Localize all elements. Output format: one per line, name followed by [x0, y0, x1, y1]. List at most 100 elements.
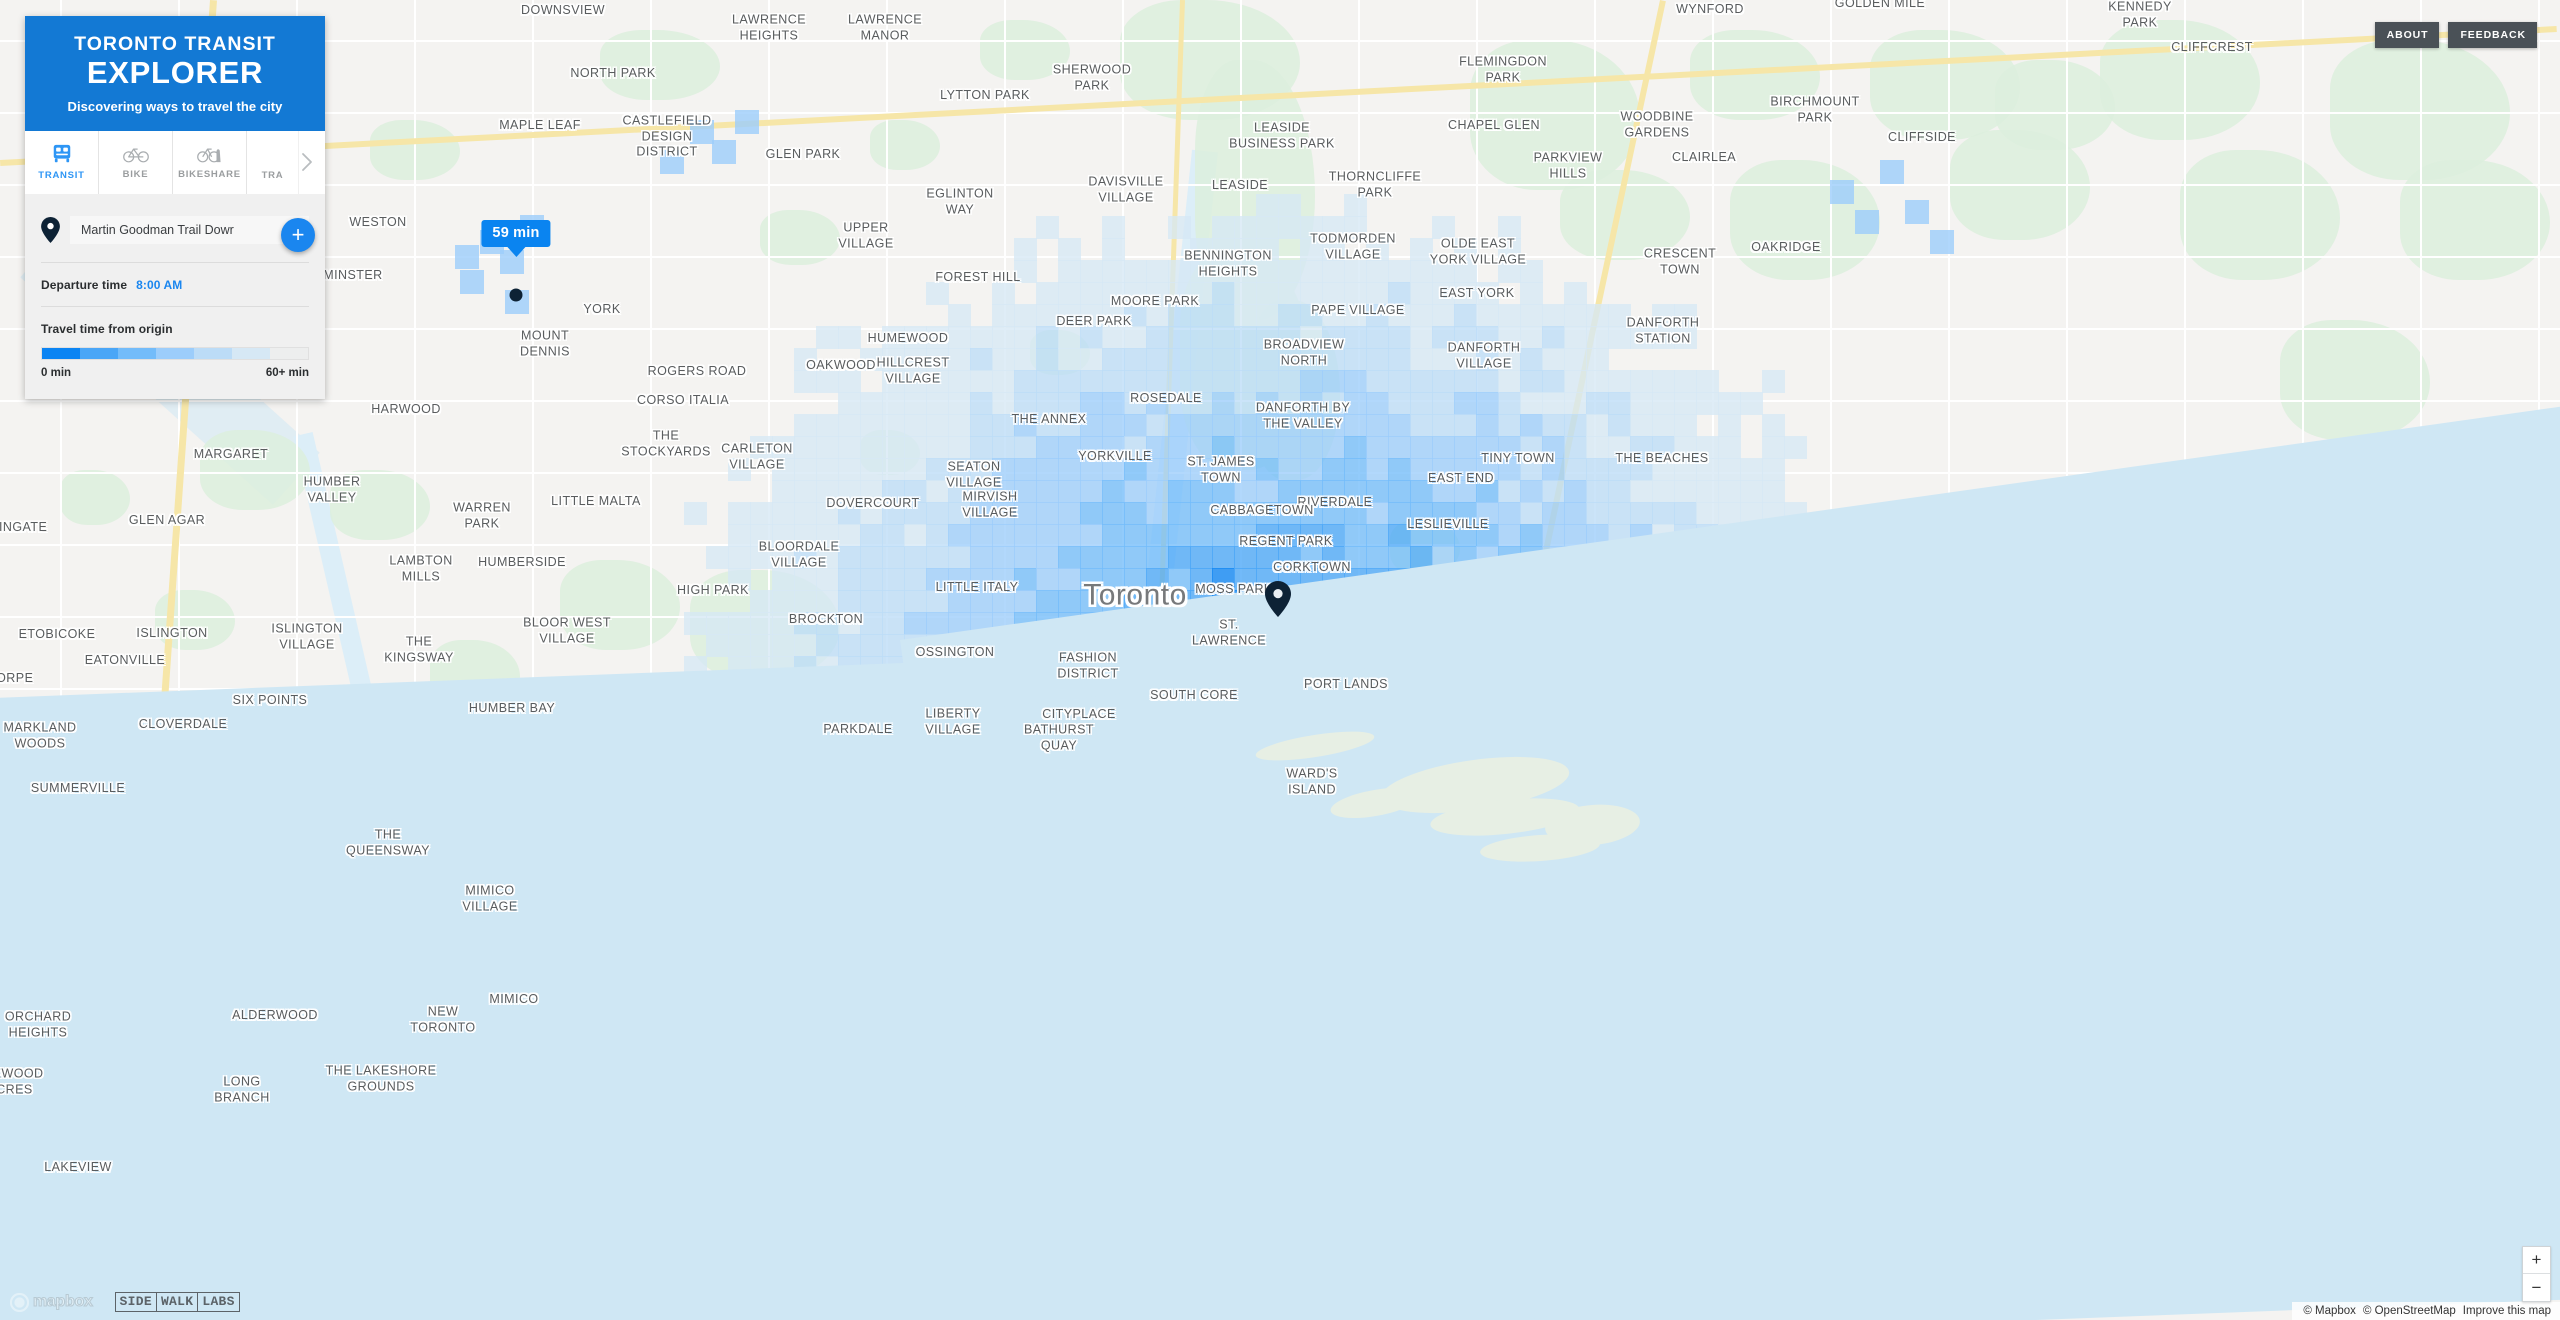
isochrone-cell [1674, 370, 1697, 393]
attribution-improve-map[interactable]: Improve this map [2463, 1305, 2551, 1317]
origin-search-box[interactable] [70, 215, 309, 244]
isochrone-cell [1762, 414, 1785, 437]
isochrone-cell [1608, 392, 1631, 415]
isochrone-cell [1168, 392, 1191, 415]
isochrone-cell [1168, 414, 1191, 437]
isochrone-cell [1476, 480, 1499, 503]
isochrone-cell [1278, 436, 1301, 459]
bicycle-icon [122, 148, 149, 163]
isochrone-cell [1366, 546, 1389, 569]
origin-search-input[interactable] [81, 222, 280, 237]
isochrone-cell [1014, 458, 1037, 481]
isochrone-cell [1410, 436, 1433, 459]
isochrone-cell [838, 436, 861, 459]
mode-tab-bikeshare[interactable]: BIKESHARE [173, 130, 247, 194]
origin-pin-marker[interactable] [1265, 581, 1291, 617]
isochrone-cell [1344, 392, 1367, 415]
branding-bar: mapbox SIDE WALK LABS [10, 1292, 240, 1312]
isochrone-cell [1520, 370, 1543, 393]
isochrone-cell [1014, 304, 1037, 327]
isochrone-cell [1080, 568, 1103, 591]
isochrone-cell [1432, 502, 1455, 525]
isochrone-cell [1366, 260, 1389, 283]
isochrone-cell [1388, 546, 1411, 569]
isochrone-cell [1454, 370, 1477, 393]
isochrone-cell [1366, 348, 1389, 371]
isochrone-cell [772, 590, 795, 613]
mode-next-button[interactable] [293, 130, 321, 194]
isochrone-cell [860, 568, 883, 591]
isochrone-cell [1718, 414, 1741, 437]
add-origin-button[interactable]: + [281, 218, 315, 252]
isochrone-cell [1410, 238, 1433, 261]
isochrone-cell [1168, 282, 1191, 305]
sidewalk-labs-logo[interactable]: SIDE WALK LABS [114, 1292, 240, 1312]
isochrone-cell [926, 370, 949, 393]
isochrone-cell [1652, 370, 1675, 393]
isochrone-cell [882, 458, 905, 481]
isochrone-cell [838, 480, 861, 503]
zoom-in-button[interactable]: + [2523, 1247, 2550, 1274]
attribution-osm[interactable]: © OpenStreetMap [2363, 1305, 2456, 1317]
app-title-line1: TORONTO TRANSIT [74, 33, 276, 55]
isochrone-cell [882, 590, 905, 613]
isochrone-cell [794, 436, 817, 459]
isochrone-cell [706, 612, 729, 635]
isochrone-cell [1124, 304, 1147, 327]
isochrone-cell [1102, 414, 1125, 437]
attribution-mapbox[interactable]: © Mapbox [2303, 1305, 2356, 1317]
mode-tab-truncated[interactable]: TRA [247, 130, 299, 194]
isochrone-cell [948, 392, 971, 415]
isochrone-cell [1190, 304, 1213, 327]
isochrone-cell [712, 140, 736, 164]
isochrone-cell [1190, 502, 1213, 525]
isochrone-cell [816, 612, 839, 635]
isochrone-cell [882, 480, 905, 503]
isochrone-cell [904, 524, 927, 547]
isochrone-cell [1080, 414, 1103, 437]
isochrone-cell [1930, 230, 1954, 254]
isochrone-cell [1168, 260, 1191, 283]
map-canvas[interactable]: DOWNSVIEW NORTH PARK LAWRENCE HEIGHTS LAWRE… [0, 0, 2560, 1320]
isochrone-cell [1300, 348, 1323, 371]
mapbox-logo[interactable]: mapbox [10, 1292, 93, 1312]
isochrone-cell [860, 436, 883, 459]
isochrone-cell [1036, 568, 1059, 591]
isochrone-cell [1718, 392, 1741, 415]
isochrone-cell [1256, 260, 1279, 283]
isochrone-cell [1124, 480, 1147, 503]
isochrone-cell [1168, 480, 1191, 503]
isochrone-cell [1234, 524, 1257, 547]
isochrone-cell [1058, 260, 1081, 283]
isochrone-cell [1674, 480, 1697, 503]
isochrone-cell [1168, 502, 1191, 525]
isochrone-cell [1542, 370, 1565, 393]
mode-tab-bike[interactable]: BIKE [99, 130, 173, 194]
isochrone-cell [1564, 502, 1587, 525]
mode-tab-transit[interactable]: TRANSIT [25, 130, 99, 194]
zoom-out-button[interactable]: − [2523, 1274, 2550, 1301]
isochrone-cell [1190, 524, 1213, 547]
isochrone-cell [1586, 304, 1609, 327]
isochrone-cell [1256, 436, 1279, 459]
feedback-button[interactable]: FEEDBACK [2448, 22, 2537, 48]
isochrone-cell [1102, 282, 1125, 305]
isochrone-cell [1718, 458, 1741, 481]
isochrone-cell [992, 326, 1015, 349]
isochrone-cell [1036, 282, 1059, 305]
isochrone-cell [1190, 370, 1213, 393]
isochrone-cell [1256, 194, 1279, 217]
isochrone-cell [860, 634, 883, 657]
isochrone-cell [728, 502, 751, 525]
isochrone-cell [794, 524, 817, 547]
isochrone-cell [1498, 502, 1521, 525]
isochrone-cell [1168, 304, 1191, 327]
departure-time-value[interactable]: 8:00 AM [136, 278, 182, 292]
isochrone-cell [816, 436, 839, 459]
isochrone-cell [1608, 436, 1631, 459]
isochrone-cell [1212, 304, 1235, 327]
isochrone-cell [992, 392, 1015, 415]
about-button[interactable]: ABOUT [2374, 22, 2440, 48]
isochrone-cell [992, 524, 1015, 547]
isochrone-cell [992, 590, 1015, 613]
